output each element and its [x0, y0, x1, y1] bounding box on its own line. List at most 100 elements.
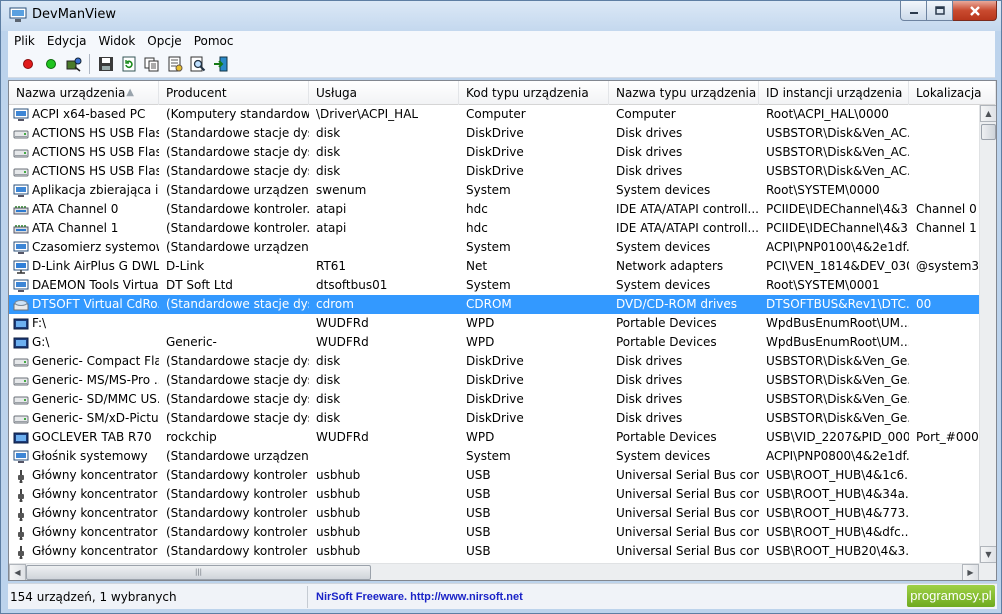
cell-type-code: USB	[466, 487, 491, 501]
table-row[interactable]: Czasomierz systemowy (Standardowe urządze…	[9, 238, 979, 257]
table-row[interactable]: ATA Channel 1 (Standardowe kontroler... at…	[9, 219, 979, 238]
cell-manufacturer: D-Link	[166, 259, 205, 273]
cell-type-code: Net	[466, 259, 488, 273]
enable-device-button[interactable]	[39, 53, 62, 76]
cell-service: disk	[316, 392, 341, 406]
table-row[interactable]: Aplikacja zbierająca in... (Standardowe u…	[9, 181, 979, 200]
exit-button[interactable]	[209, 53, 232, 76]
table-row[interactable]: Główny koncentrator ... (Standardowy kont…	[9, 542, 979, 561]
cell-instance-id: USBSTOR\Disk&Ven_AC...	[766, 145, 909, 159]
properties-button[interactable]	[163, 53, 186, 76]
cell-location	[909, 124, 979, 143]
table-row[interactable]: Generic- SD/MMC US... (Standardowe stacje…	[9, 390, 979, 409]
nirsoft-link[interactable]: NirSoft Freeware. http://www.nirsoft.net	[308, 591, 523, 603]
cell-location	[909, 333, 979, 352]
table-row[interactable]: DAEMON Tools Virtua... DT Soft Ltd dtsoftb…	[9, 276, 979, 295]
column-header-device-name[interactable]: Nazwa urządzenia ▲	[9, 81, 159, 105]
column-header-service[interactable]: Usługa	[309, 81, 459, 105]
table-row[interactable]: ACTIONS HS USB Flas... (Standardowe stacj…	[9, 124, 979, 143]
table-row[interactable]: F:\ WUDFRd WPD Portable Devices WpdBusEnumRo…	[9, 314, 979, 333]
table-row[interactable]: ACTIONS HS USB Flas... (Standardowe stacj…	[9, 162, 979, 181]
maximize-button[interactable]	[927, 1, 953, 21]
find-button[interactable]	[186, 53, 209, 76]
table-row[interactable]: Generic- MS/MS-Pro ... (Standardowe stacj…	[9, 371, 979, 390]
cell-type-code: USB	[466, 544, 491, 558]
cell-instance-id: USB\VID_2207&PID_000...	[766, 430, 909, 444]
table-row[interactable]: Generic- SM/xD-Pictu... (Standardowe stac…	[9, 409, 979, 428]
column-header-type-name[interactable]: Nazwa typu urządzenia	[609, 81, 759, 105]
column-header-manufacturer[interactable]: Producent	[159, 81, 309, 105]
table-row[interactable]: Główny koncentrator ... (Standardowy kont…	[9, 466, 979, 485]
horizontal-scrollbar[interactable]: ◀ ||| ▶	[9, 563, 979, 580]
device-name-text: Główny koncentrator ...	[32, 544, 159, 558]
scroll-down-button[interactable]: ▼	[980, 546, 996, 563]
disable-device-button[interactable]	[16, 53, 39, 76]
menu-plik[interactable]: Plik	[8, 31, 41, 51]
save-button[interactable]	[94, 53, 117, 76]
menu-opcje[interactable]: Opcje	[141, 31, 187, 51]
cell-service: usbhub	[316, 506, 361, 520]
connect-computer-button[interactable]	[62, 53, 85, 76]
cell-service	[309, 447, 459, 466]
cell-device-name: Główny koncentrator ...	[9, 466, 159, 485]
cdrom-icon	[13, 299, 29, 310]
cell-type-name: System devices	[616, 449, 711, 463]
cell-service: WUDFRd	[316, 335, 369, 349]
device-name-text: ATA Channel 0	[32, 202, 119, 216]
cell-type-code: CDROM	[466, 297, 512, 311]
table-row[interactable]: Główny koncentrator ... (Standardowy kont…	[9, 523, 979, 542]
cell-type-code: DiskDrive	[466, 392, 524, 406]
device-name-text: DAEMON Tools Virtua...	[32, 278, 159, 292]
cell-instance-id: WpdBusEnumRoot\UM...	[766, 335, 909, 349]
vertical-scrollbar[interactable]: ▲ ▼	[979, 105, 996, 563]
table-row[interactable]: Główny koncentrator ... (Standardowy kont…	[9, 504, 979, 523]
menu-widok[interactable]: Widok	[92, 31, 141, 51]
cell-service: disk	[316, 164, 341, 178]
scroll-left-button[interactable]: ◀	[9, 564, 26, 580]
refresh-button[interactable]	[117, 53, 140, 76]
sort-ascending-icon: ▲	[126, 87, 134, 98]
table-row[interactable]: ATA Channel 0 (Standardowe kontroler... at…	[9, 200, 979, 219]
table-row[interactable]: ACPI x64-based PC (Komputery standardowe)…	[9, 105, 979, 124]
cell-device-name: ACTIONS HS USB Flas...	[9, 143, 159, 162]
minimize-button[interactable]	[900, 1, 927, 21]
table-row[interactable]: Generic- Compact Fla... (Standardowe stac…	[9, 352, 979, 371]
title-bar[interactable]: DevManView	[1, 1, 1001, 31]
table-row[interactable]: Głośnik systemowy (Standardowe urządzeni.…	[9, 447, 979, 466]
table-row[interactable]: Główny koncentrator ... (Standardowy kont…	[9, 485, 979, 504]
cell-manufacturer: (Standardowe stacje dys...	[166, 164, 309, 178]
table-row[interactable]: GOCLEVER TAB R70 rockchip WUDFRd WPD Portabl…	[9, 428, 979, 447]
scroll-right-button[interactable]: ▶	[962, 564, 979, 580]
cell-instance-id: USBSTOR\Disk&Ven_AC...	[766, 126, 909, 140]
cell-location	[909, 162, 979, 181]
cell-device-name: Generic- MS/MS-Pro ...	[9, 371, 159, 390]
menu-edycja[interactable]: Edycja	[41, 31, 93, 51]
cell-location: @system32\	[916, 259, 979, 273]
cell-type-name: Portable Devices	[616, 335, 717, 349]
horizontal-scroll-thumb[interactable]: |||	[26, 565, 371, 580]
column-header-type-code[interactable]: Kod typu urządzenia	[459, 81, 609, 105]
scroll-up-button[interactable]: ▲	[980, 105, 996, 122]
cell-instance-id: Root\SYSTEM\0001	[766, 278, 880, 292]
copy-button[interactable]	[140, 53, 163, 76]
table-row[interactable]: ACTIONS HS USB Flas... (Standardowe stacj…	[9, 143, 979, 162]
cell-instance-id: PCI\VEN_1814&DEV_030...	[766, 259, 909, 273]
device-name-text: Główny koncentrator ...	[32, 525, 159, 539]
column-header-instance-id[interactable]: ID instancji urządzenia	[759, 81, 909, 105]
cell-instance-id: USB\ROOT_HUB20\4&3...	[766, 544, 909, 558]
cell-manufacturer: (Standardowe stacje dys...	[166, 126, 309, 140]
column-header-location[interactable]: Lokalizacja	[909, 81, 996, 105]
vertical-scroll-thumb[interactable]	[981, 124, 996, 140]
network-icon	[13, 260, 29, 274]
cell-service: WUDFRd	[316, 430, 369, 444]
device-list[interactable]: Nazwa urządzenia ▲ Producent Usługa Kod t…	[8, 80, 997, 581]
table-row[interactable]: DTSOFT Virtual CdRo... (Standardowe stacj…	[9, 295, 979, 314]
close-button[interactable]	[953, 1, 997, 21]
menu-pomoc[interactable]: Pomoc	[188, 31, 240, 51]
cell-type-name: Universal Serial Bus cont...	[616, 544, 759, 558]
device-name-text: Generic- MS/MS-Pro ...	[32, 373, 159, 387]
table-row[interactable]: D-Link AirPlus G DWL... D-Link RT61 Net Netw…	[9, 257, 979, 276]
table-row[interactable]: G:\ Generic- WUDFRd WPD Portable Devices WpdB…	[9, 333, 979, 352]
copy-icon	[144, 57, 158, 72]
cell-location	[909, 371, 979, 390]
